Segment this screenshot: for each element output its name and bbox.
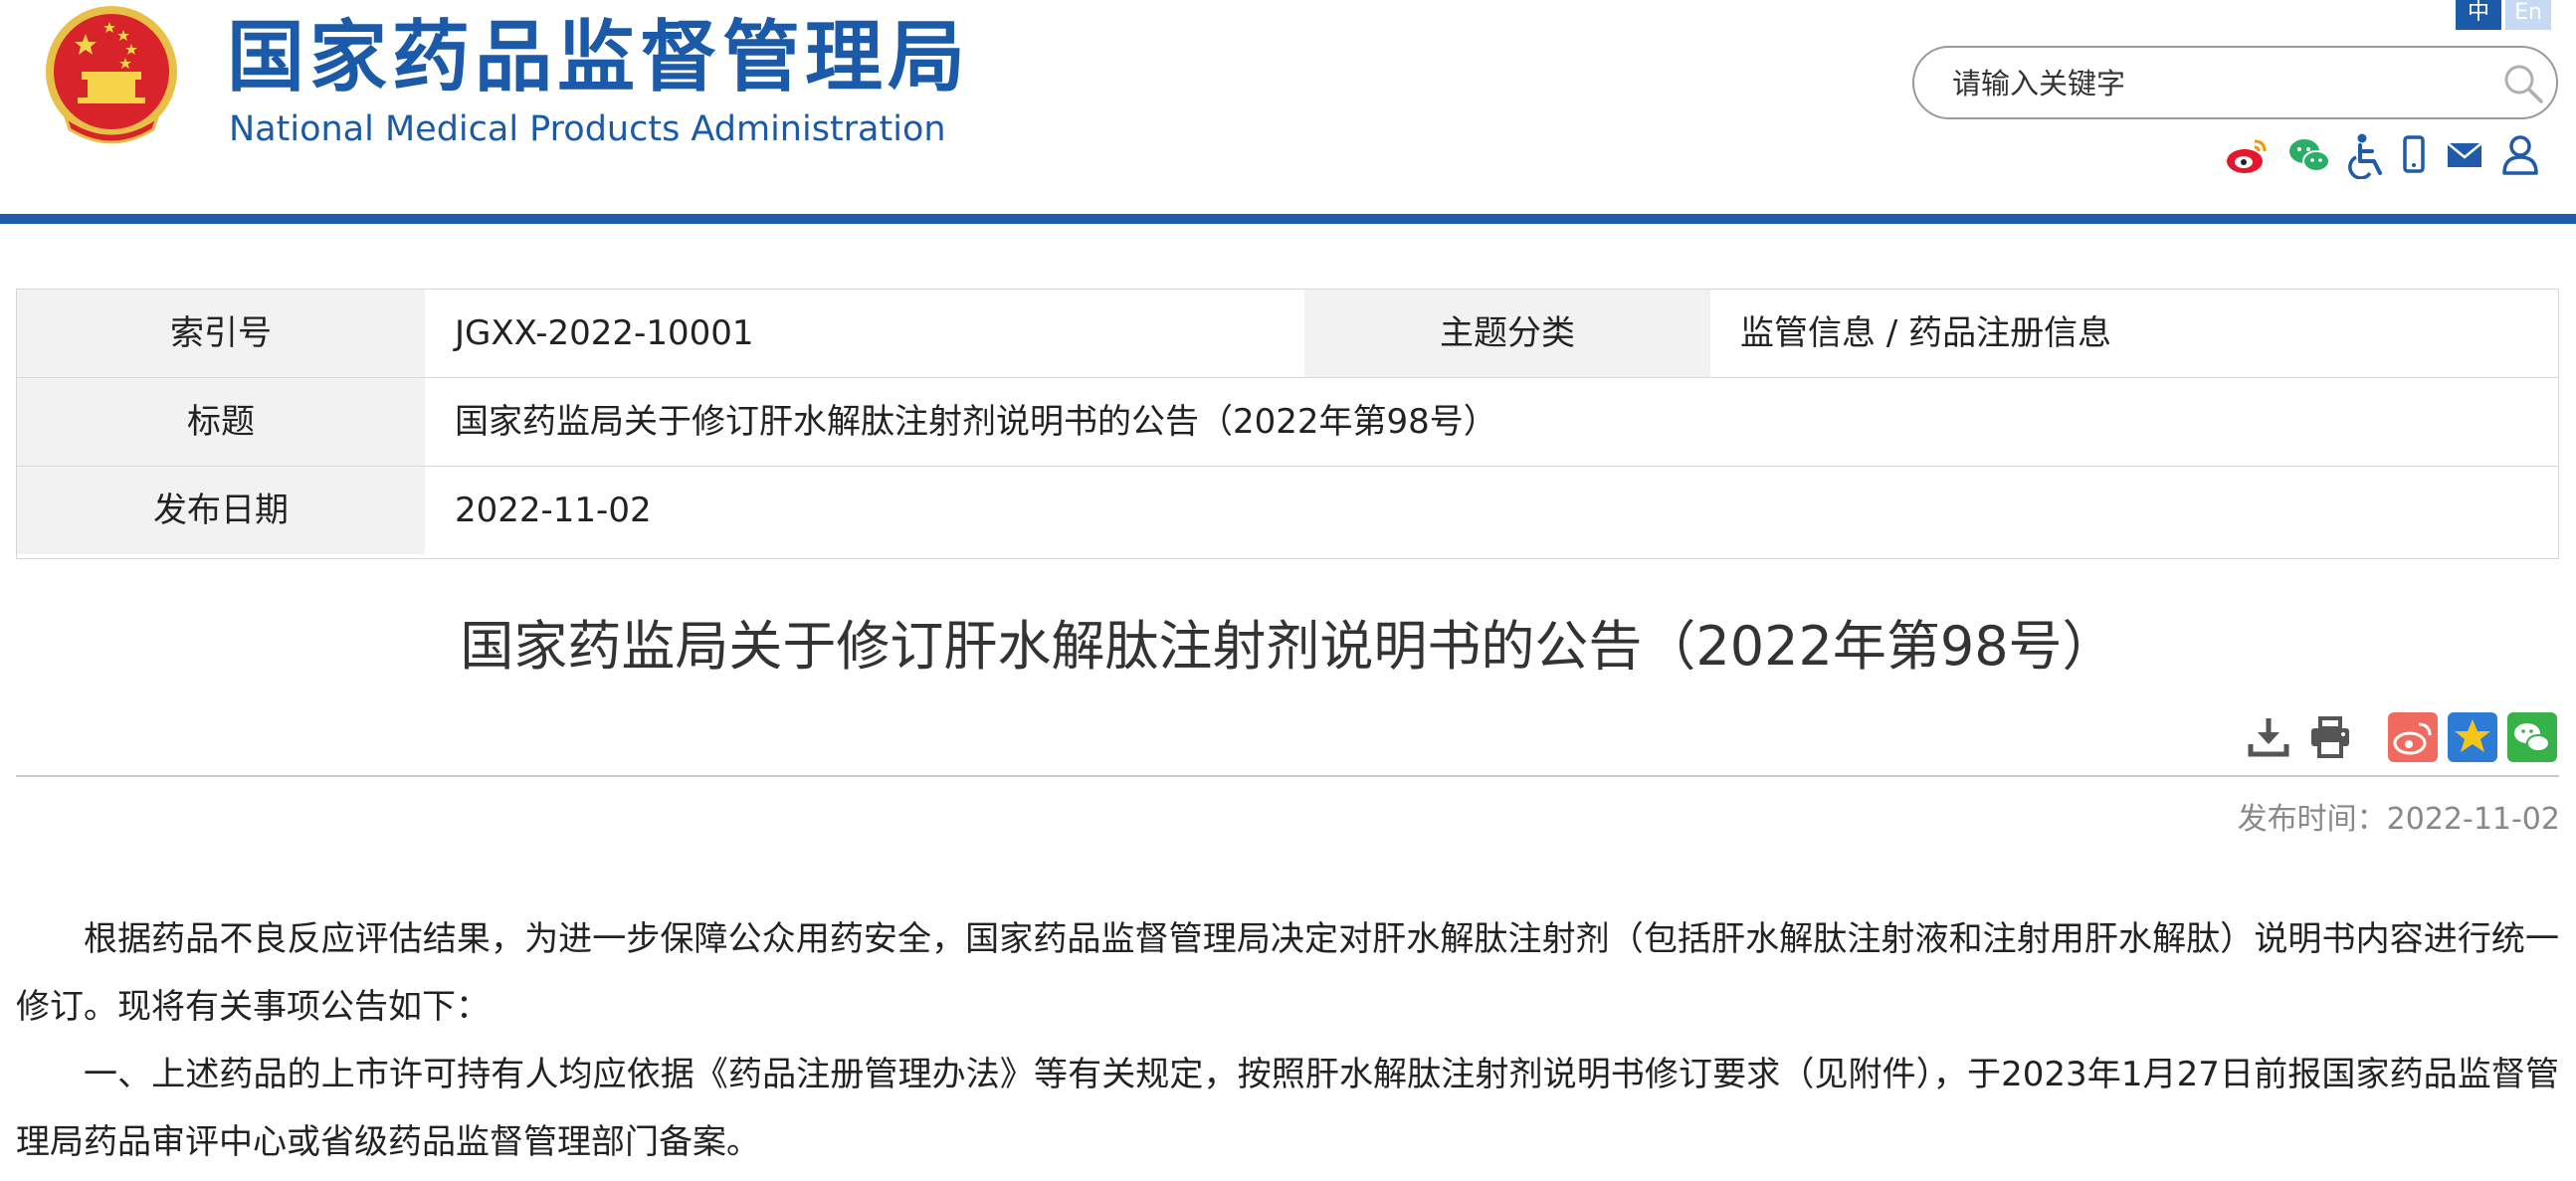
wechat-icon[interactable]: [2286, 131, 2332, 179]
article-title: 国家药监局关于修订肝水解肽注射剂说明书的公告（2022年第98号）: [460, 615, 2116, 678]
table-row: 发布日期 2022-11-02: [17, 467, 2558, 555]
index-label: 索引号: [17, 290, 425, 377]
site-header: 国家药品监督管理局 National Medical Products Admi…: [0, 0, 2576, 224]
index-value: JGXX-2022-10001: [455, 313, 754, 353]
share-weibo-icon[interactable]: [2388, 712, 2438, 762]
article-paragraph: 根据药品不良反应评估结果，为进一步保障公众用药安全，国家药品监督管理局决定对肝水…: [16, 919, 2559, 1027]
title-label: 标题: [17, 378, 425, 466]
date-value: 2022-11-02: [455, 491, 652, 530]
info-table: 索引号 JGXX-2022-10001 主题分类 监管信息 / 药品注册信息 标…: [16, 289, 2559, 559]
title-value: 国家药监局关于修订肝水解肽注射剂说明书的公告（2022年第98号）: [455, 402, 1497, 442]
share-wechat-icon[interactable]: [2507, 712, 2557, 762]
topic-label: 主题分类: [1304, 290, 1710, 377]
article-paragraph: 一、上述药品的上市许可持有人均应依据《药品注册管理办法》等有关规定，按照肝水解肽…: [16, 1055, 2559, 1162]
site-title-cn[interactable]: 国家药品监督管理局: [227, 8, 970, 107]
emblem-icon[interactable]: [36, 0, 187, 151]
page: 国家药品监督管理局 National Medical Products Admi…: [0, 0, 2576, 1181]
accessibility-icon[interactable]: [2348, 131, 2388, 179]
header-divider: [0, 214, 2576, 224]
mail-icon[interactable]: [2444, 131, 2485, 179]
article-divider: [16, 775, 2559, 777]
user-icon[interactable]: [2499, 131, 2541, 179]
download-icon[interactable]: [2245, 712, 2292, 762]
mobile-icon[interactable]: [2400, 131, 2428, 179]
favorite-star-icon[interactable]: [2448, 712, 2497, 762]
lang-en-button[interactable]: En: [2505, 0, 2551, 30]
weibo-icon[interactable]: [2225, 131, 2271, 179]
search-box: [1912, 46, 2558, 119]
table-row: 索引号 JGXX-2022-10001 主题分类 监管信息 / 药品注册信息: [17, 290, 2558, 378]
topic-value: 监管信息 / 药品注册信息: [1740, 313, 2112, 353]
site-title-en[interactable]: National Medical Products Administration: [229, 105, 946, 153]
publish-time: 发布时间：2022-11-02: [2237, 802, 2560, 837]
search-icon[interactable]: [2501, 62, 2545, 105]
table-row: 标题 国家药监局关于修订肝水解肽注射剂说明书的公告（2022年第98号）: [17, 378, 2558, 467]
date-label: 发布日期: [17, 467, 425, 554]
print-icon[interactable]: [2306, 712, 2354, 762]
lang-zh-button[interactable]: 中: [2456, 0, 2501, 30]
search-input[interactable]: [1950, 62, 2491, 105]
